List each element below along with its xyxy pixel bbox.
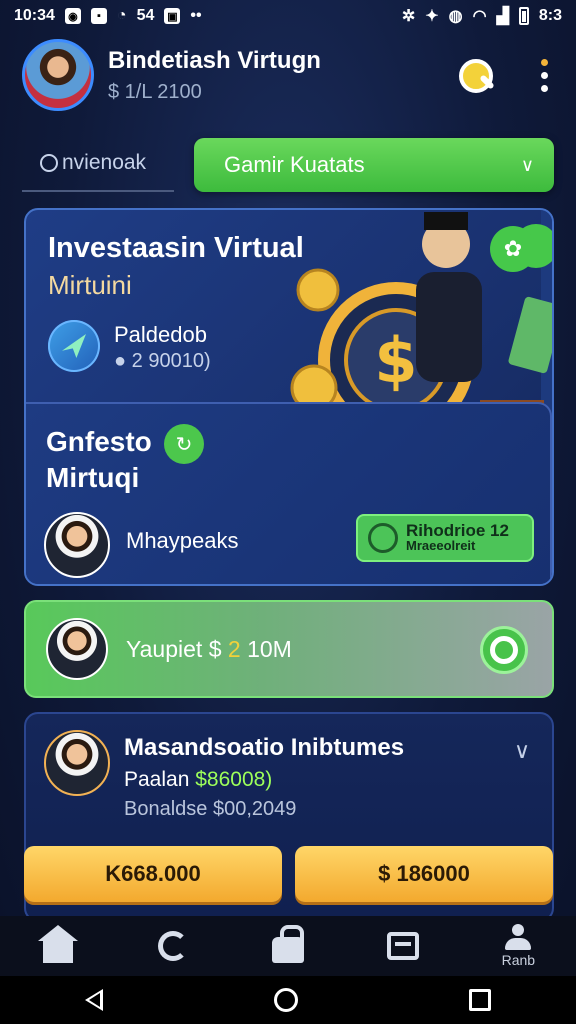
home-circle-icon[interactable] [273,988,298,1012]
reward-tag-title: Rihodrioe 12 [406,521,509,540]
notification-bell-icon[interactable] [457,55,497,95]
coins-icon: ● [114,350,127,372]
investor-avatar[interactable] [44,512,110,578]
tab-row: nvienoak Gamir Kuatats ∨ [22,136,554,192]
wallet-icon [387,932,420,960]
reward-tag-button[interactable]: Rihodrioe 12 Mraeeolreit [356,514,534,562]
investment-hero-card[interactable]: $ ✿ Investaasin Virtual Mirtuini Paldedo… [24,208,554,586]
vibrate-icon: ✦ [425,8,439,25]
status-bar: 10:34 ◉ ▪ ◔ 54 ▣ •• ✲ ✦ ◍ ◠ ▟ 8:3 [0,0,576,32]
product-value-text: 2 90010) [131,350,211,372]
status-time: 10:34 [14,7,55,24]
bottom-navigation: Ranb [0,916,576,976]
settings-icon[interactable] [480,626,528,674]
recents-icon[interactable] [468,989,491,1011]
user-name: Bindetiash Virtugn [108,46,321,74]
signal-icon: ▟ [496,8,509,25]
back-icon[interactable] [85,989,104,1011]
nav-profile-label: Ranb [501,952,536,968]
investor-info-avatar [44,730,110,796]
globe-icon [40,154,58,172]
clock-icon: ◔ [116,7,127,24]
status-text: 54 [136,7,155,24]
nav-refresh[interactable] [143,916,203,976]
nav-home[interactable] [28,916,88,976]
investor-card-title-line1: Gnfesto [46,426,152,457]
tab-overview[interactable]: nvienoak [22,136,174,192]
payout-text: Yaupiet $ 2 10M [126,636,292,663]
reward-tag-subtitle: Mraeeolreit [406,538,476,553]
investor-info-line2: Bonaldse $00,2049 [124,798,297,820]
product-badge-icon [48,320,100,372]
nav-profile[interactable]: Ranb [488,916,548,976]
chevron-down-icon[interactable]: ∨ [514,738,530,764]
app-screen: 10:34 ◉ ▪ ◔ 54 ▣ •• ✲ ✦ ◍ ◠ ▟ 8:3 Bindet… [0,0,576,1024]
chevron-down-icon: ∨ [520,154,534,175]
data-icon: ◍ [448,8,463,25]
amount-button-left[interactable]: K668.000 [24,846,282,902]
tab-overview-label: nvienoak [62,151,147,174]
investor-name: Mhaypeaks [126,528,239,553]
payout-label: Yaupiet $ [126,636,222,662]
more-menu-icon[interactable] [541,58,548,92]
system-navigation-bar [0,976,576,1024]
product-value: ● 2 90010) [114,350,211,373]
investor-info-line1-value: $86008) [195,768,273,791]
hero-title: Investaasin Virtual [48,232,304,264]
user-avatar[interactable] [22,39,94,111]
home-icon [37,925,78,963]
investor-info-name: Masandsoatio Inibtumes [124,734,405,761]
payout-avatar [46,618,108,680]
leaf-icon[interactable]: ✿ [490,226,536,272]
investor-card[interactable]: Gnfesto Mirtuqi ↻ Mhaypeaks Rihodrioe 12… [26,402,552,584]
payout-strip[interactable]: Yaupiet $ 2 10M [24,600,554,698]
investor-info-line1: Paalan $86008) [124,768,272,792]
wifi-icon: ◠ [472,8,487,25]
person-icon [505,924,532,950]
dropdown-label: Gamir Kuatats [224,152,365,177]
alarm-icon: ✲ [401,8,416,25]
hero-subtitle: Mirtuini [48,270,132,300]
gallery-icon: ▣ [164,8,181,24]
status-battery-text: 8:3 [538,7,562,24]
refresh-button[interactable]: ↻ [164,424,204,464]
investor-card-title: Gnfesto Mirtuqi [46,424,152,496]
amount-button-right[interactable]: $ 186000 [295,846,553,902]
battery-icon [518,7,529,25]
investor-card-title-line2: Mirtuqi [46,462,140,493]
globe-icon [368,523,398,553]
profile-header: Bindetiash Virtugn $ 1/L 2100 [22,38,554,112]
payout-amount: 10M [247,636,292,662]
nav-wallet[interactable] [373,916,433,976]
investor-info-line1-label: Paalan [124,768,190,791]
svg-text:$: $ [374,324,417,397]
bag-icon [271,925,304,963]
refresh-icon [157,931,188,961]
notification-icon: ◉ [64,8,81,24]
more-notifications-icon: •• [190,7,202,24]
notification-icon: ▪ [90,8,107,24]
product-name: Paldedob [114,322,207,347]
nav-shop[interactable] [258,916,318,976]
user-balance: $ 1/L 2100 [108,80,202,103]
coin-icon: 2 [227,636,241,662]
category-dropdown[interactable]: Gamir Kuatats ∨ [194,138,554,192]
